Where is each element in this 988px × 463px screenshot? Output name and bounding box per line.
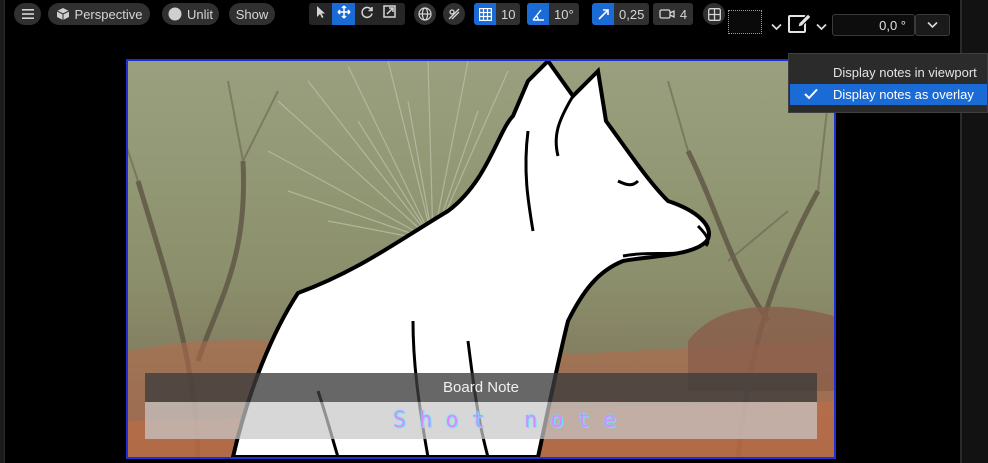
viewport-layout-button[interactable]: [703, 3, 725, 25]
chevron-down-icon: [927, 16, 938, 34]
grid-icon: [474, 3, 496, 25]
surface-snap-icon: [447, 7, 461, 21]
camera-speed-button[interactable]: 4: [653, 3, 693, 25]
shot-note-bar: Shot note: [145, 402, 817, 439]
scale-icon: [383, 5, 396, 23]
menu-item-label: Display notes in viewport: [833, 65, 977, 80]
layout-grid-icon: [707, 7, 721, 21]
left-panel-edge: [0, 0, 5, 463]
move-arrows-icon: [336, 4, 351, 24]
angle-icon: [527, 3, 549, 25]
coordinate-system-button[interactable]: [414, 3, 436, 25]
view-mode-label: Unlit: [186, 6, 213, 22]
move-tool-button[interactable]: [332, 3, 355, 25]
rotate-icon: [360, 5, 374, 24]
scale-snap-value: 0,25: [614, 3, 650, 25]
perspective-button[interactable]: Perspective: [48, 3, 150, 25]
perspective-label: Perspective: [74, 6, 143, 22]
annotation-pencil-button[interactable]: [787, 10, 813, 36]
scale-tool-button[interactable]: [378, 3, 401, 25]
notes-display-menu: Display notes in viewport Display notes …: [788, 53, 988, 113]
viewport-menu-button[interactable]: [14, 3, 41, 25]
show-label: Show: [235, 6, 269, 22]
grid-snap-value: 10: [496, 3, 521, 25]
shot-note-label: Shot note: [392, 408, 630, 433]
camera-speed-value: 4: [679, 6, 688, 22]
angle-combo-button[interactable]: [915, 14, 950, 36]
grid-preview-swatch[interactable]: [728, 10, 762, 34]
sphere-icon: [168, 7, 182, 21]
display-notes-in-viewport-item[interactable]: Display notes in viewport: [790, 62, 987, 83]
show-button[interactable]: Show: [229, 3, 275, 25]
hamburger-menu-icon: [21, 9, 34, 19]
angle-value: 0,0 °: [879, 17, 906, 33]
rotate-tool-button[interactable]: [355, 3, 378, 25]
transform-tools-group: [309, 3, 405, 25]
scale-arrow-icon: [592, 3, 614, 25]
board-note-label: Board Note: [443, 379, 519, 396]
angle-input[interactable]: 0,0 °: [832, 14, 915, 36]
scale-snap-control[interactable]: 0,25: [592, 3, 650, 25]
display-notes-as-overlay-item[interactable]: Display notes as overlay: [790, 84, 987, 105]
camera-icon: [659, 8, 675, 20]
view-mode-button[interactable]: Unlit: [162, 3, 219, 25]
checkmark-icon: [804, 88, 818, 103]
rotation-snap-value: 10°: [549, 3, 579, 25]
cube-icon: [56, 7, 70, 21]
grid-preview-dropdown-chevron-icon[interactable]: [771, 18, 782, 36]
surface-snapping-button[interactable]: [443, 3, 465, 25]
cursor-arrow-icon: [316, 5, 326, 24]
globe-icon: [418, 7, 432, 21]
rotation-snap-control[interactable]: 10°: [527, 3, 579, 25]
annotation-dropdown-chevron-icon[interactable]: [816, 18, 827, 36]
menu-item-label: Display notes as overlay: [833, 87, 974, 102]
select-tool-button[interactable]: [309, 3, 332, 25]
grid-snap-control[interactable]: 10: [474, 3, 521, 25]
board-note-bar: Board Note: [145, 373, 817, 402]
pencil-edit-icon: [787, 13, 813, 40]
